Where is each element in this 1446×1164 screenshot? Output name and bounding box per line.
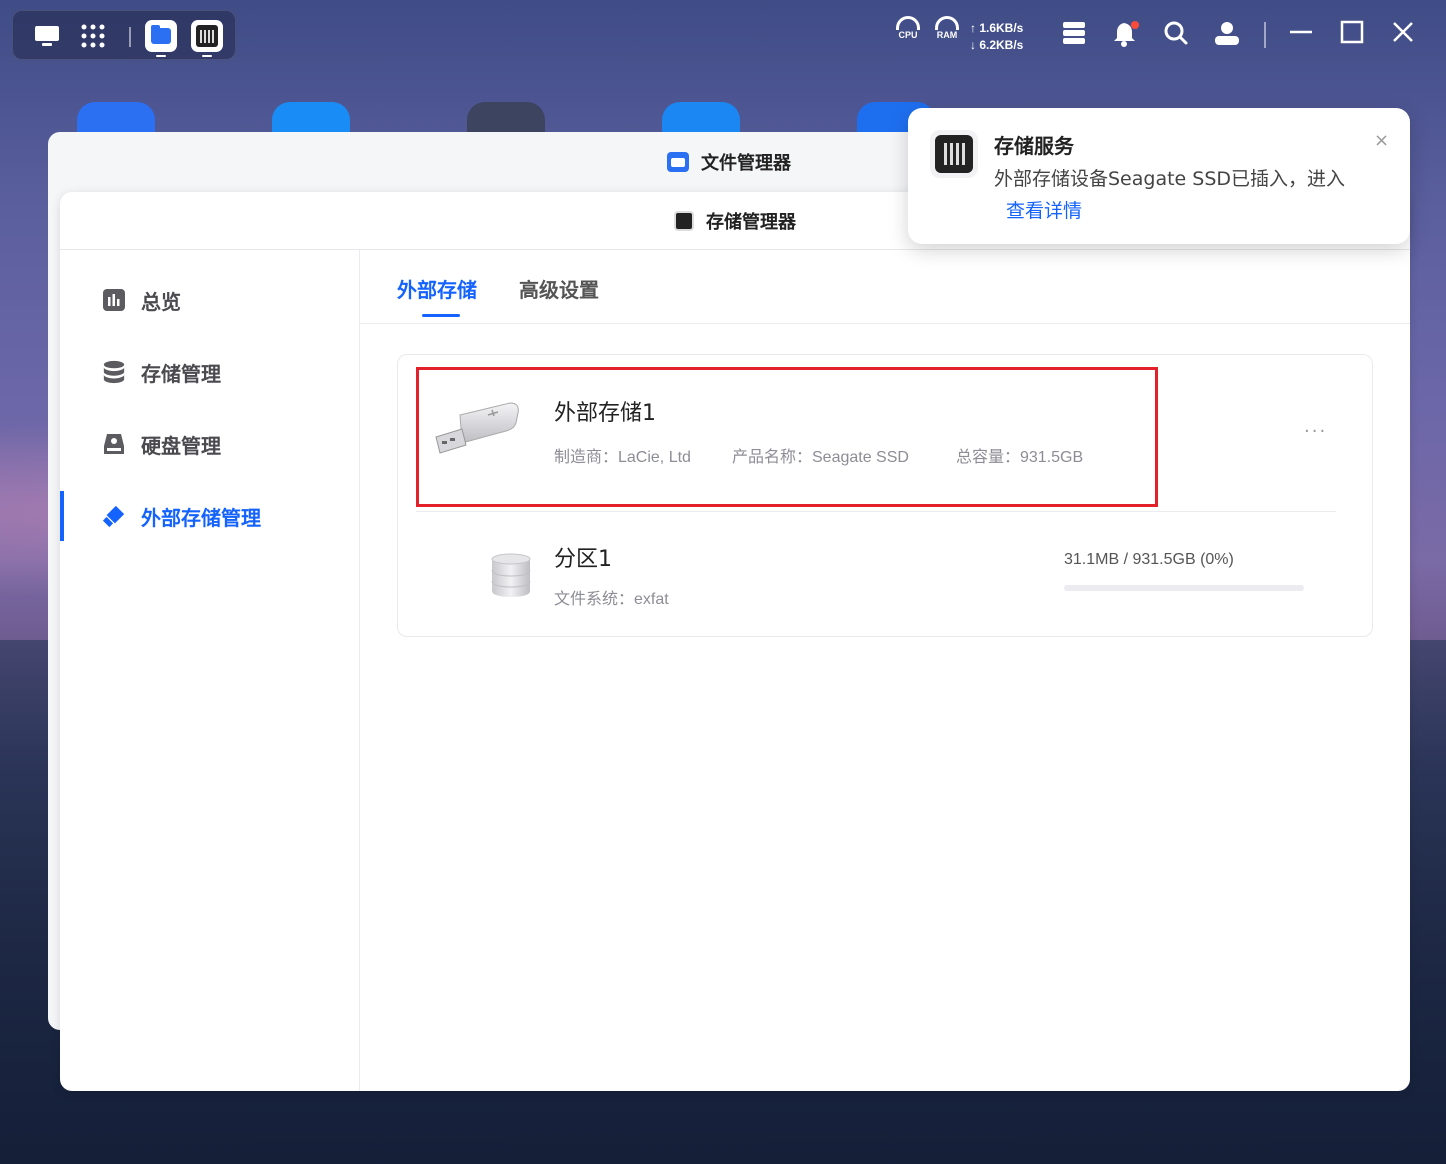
notification-toast[interactable]: 存储服务 外部存储设备Seagate SSD已插入，进入 查看详情 × [908,108,1410,244]
cpu-label: CPU [898,30,918,40]
tab-external-storage[interactable]: 外部存储 [397,274,477,303]
highlight-box [416,367,1158,507]
server-status-icon[interactable] [1062,20,1086,53]
partition-name: 分区1 [554,547,612,572]
notification-title: 存储服务 [994,134,1074,158]
file-manager-task-icon[interactable] [145,20,177,52]
download-speed: ↓ 6.2KB/s [970,38,1024,52]
active-tab-underline [422,314,460,317]
network-speed[interactable]: ↑ 1.6KB/s ↓ 6.2KB/s [970,20,1023,54]
bell-icon[interactable] [1112,20,1140,55]
tab-advanced-settings[interactable]: 高级设置 [519,274,599,303]
desktop-icon[interactable] [31,20,63,52]
sidebar-item-external-storage[interactable]: 外部存储管理 [60,491,360,541]
usb-icon [102,504,126,528]
storage-manager-task-icon[interactable] [191,20,223,52]
storage-service-icon [930,130,978,178]
sidebar-item-label: 外部存储管理 [141,505,261,530]
sidebar: 总览 存储管理 硬盘管理 外部存储管理 [60,250,360,1091]
sidebar-item-disks[interactable]: 硬盘管理 [60,419,360,469]
notification-close-icon[interactable]: × [1374,130,1389,151]
view-details-link[interactable]: 查看详情 [1006,196,1082,223]
active-indicator [202,55,212,57]
partition-database-icon [490,553,532,601]
notification-message: 外部存储设备Seagate SSD已插入，进入 [994,168,1346,190]
storage-manager-window: 存储管理器 总览 存储管理 硬盘管理 外部存储管理 外部存储 高级设置 外部存储… [60,192,1410,1091]
app-grid-icon[interactable] [77,20,109,52]
dock-separator [129,27,131,47]
usb-drive-icon [432,401,522,465]
storage-app-icon [674,210,694,231]
storage-manager-title: 存储管理器 [706,211,796,233]
more-options-button[interactable]: ··· [1304,421,1327,442]
folder-icon [667,152,689,172]
device-product: 产品名称：Seagate SSD [732,449,909,466]
external-storage-card: 外部存储1 制造商：LaCie, Ltd 产品名称：Seagate SSD 总容… [397,354,1373,637]
device-capacity: 总容量：931.5GB [956,449,1084,466]
close-icon[interactable] [1392,20,1414,50]
ram-label: RAM [936,30,958,40]
main-content: 外部存储 高级设置 外部存储1 制造商：LaCie, Ltd 产品名称：Seag… [360,250,1410,1091]
topbar-separator [1264,22,1266,48]
maximize-icon[interactable] [1340,20,1364,51]
taskbar-dock [12,10,236,60]
user-icon[interactable] [1214,20,1240,53]
tab-bar: 外部存储 高级设置 [360,250,1410,324]
sidebar-item-label: 总览 [141,289,181,314]
top-bar: CPU RAM ↑ 1.6KB/s ↓ 6.2KB/s [0,0,1446,72]
upload-speed: ↑ 1.6KB/s [970,21,1024,35]
file-manager-title: 文件管理器 [701,153,791,174]
active-indicator [156,55,166,57]
divider [416,511,1336,512]
device-manufacturer: 制造商：LaCie, Ltd [554,449,691,466]
partition-usage-text: 31.1MB / 931.5GB (0%) [1064,551,1234,568]
sidebar-item-overview[interactable]: 总览 [60,275,360,325]
chart-icon [102,288,126,312]
sidebar-item-label: 存储管理 [141,361,221,386]
search-icon[interactable] [1163,20,1189,53]
partition-filesystem: 文件系统：exfat [554,591,669,608]
device-name: 外部存储1 [554,401,656,426]
disk-icon [102,432,126,456]
database-icon [102,360,126,384]
sidebar-item-storage[interactable]: 存储管理 [60,347,360,397]
partition-usage-bar [1064,585,1304,591]
minimize-icon[interactable] [1289,20,1313,51]
sidebar-item-label: 硬盘管理 [141,433,221,458]
